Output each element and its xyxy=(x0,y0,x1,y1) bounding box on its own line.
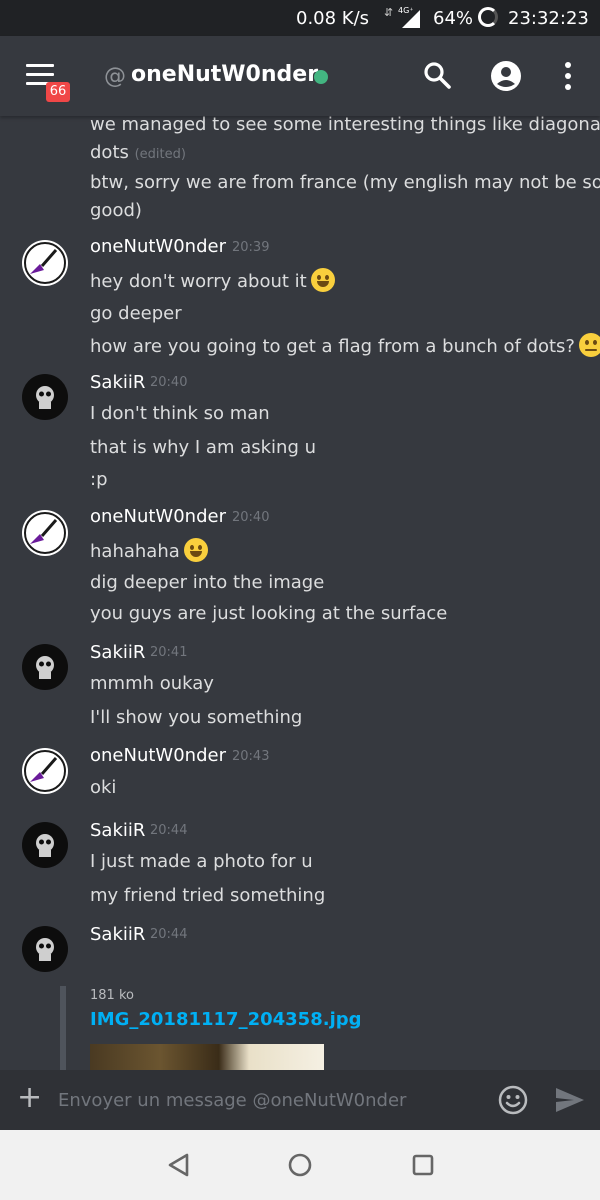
message-input[interactable] xyxy=(58,1084,478,1116)
recent-apps-icon[interactable] xyxy=(410,1152,436,1178)
data-activity-icon: ⇵ xyxy=(384,6,394,19)
message-text: oki xyxy=(90,777,117,798)
message-author[interactable]: SakiiR xyxy=(90,820,145,841)
message-timestamp: 20:39 xyxy=(232,240,270,255)
message-text: you guys are just looking at the surface xyxy=(90,603,448,624)
avatar[interactable] xyxy=(22,374,68,420)
channel-title: oneNutW0nder xyxy=(131,62,319,87)
message-timestamp: 20:41 xyxy=(150,645,188,660)
message-author[interactable]: oneNutW0nder xyxy=(90,506,226,527)
message-text: that is why I am asking u xyxy=(90,437,316,458)
attachment-link[interactable]: IMG_20181117_204358.jpg xyxy=(90,1009,362,1030)
message-text: how are you going to get a flag from a b… xyxy=(90,333,600,357)
message-composer: + xyxy=(0,1070,600,1130)
home-icon[interactable] xyxy=(287,1152,313,1178)
more-options-icon[interactable] xyxy=(556,60,580,92)
message-author[interactable]: oneNutW0nder xyxy=(90,236,226,257)
avatar[interactable] xyxy=(22,748,68,794)
message-text: :p xyxy=(90,469,108,490)
add-attachment-button[interactable]: + xyxy=(17,1080,42,1116)
avatar[interactable] xyxy=(22,822,68,868)
search-icon[interactable] xyxy=(422,60,452,90)
network-speed: 0.08 K/s xyxy=(296,8,370,29)
message-timestamp: 20:40 xyxy=(150,375,188,390)
battery-percent: 64% xyxy=(433,8,474,29)
at-symbol: @ xyxy=(104,64,126,89)
message-text: dig deeper into the image xyxy=(90,572,325,593)
emoji-picker-icon[interactable] xyxy=(497,1084,529,1116)
message-list[interactable]: we managed to see some interesting thing… xyxy=(0,116,600,1070)
message-text: good) xyxy=(90,200,142,221)
message-text: I don't think so man xyxy=(90,403,270,424)
message-timestamp: 20:43 xyxy=(232,749,270,764)
profile-icon[interactable] xyxy=(490,60,522,92)
grinning-face-icon xyxy=(310,268,335,292)
message-author[interactable]: SakiiR xyxy=(90,372,145,393)
message-text: hey don't worry about it xyxy=(90,268,335,292)
message-text: my friend tried something xyxy=(90,885,326,906)
message-text: go deeper xyxy=(90,303,182,324)
online-status-icon xyxy=(314,70,328,84)
avatar[interactable] xyxy=(22,644,68,690)
back-icon[interactable] xyxy=(166,1152,192,1178)
message-timestamp: 20:44 xyxy=(150,823,188,838)
edited-label: (edited) xyxy=(134,147,186,162)
message-text: we managed to see some interesting thing… xyxy=(90,116,600,135)
clock: 23:32:23 xyxy=(508,8,589,29)
message-author[interactable]: SakiiR xyxy=(90,924,145,945)
message-text: I just made a photo for u xyxy=(90,851,313,872)
message-author[interactable]: oneNutW0nder xyxy=(90,745,226,766)
message-text: mmmh oukay xyxy=(90,673,214,694)
avatar[interactable] xyxy=(22,240,68,286)
message-text: I'll show you something xyxy=(90,707,303,728)
attachment-divider xyxy=(60,986,66,1070)
unread-badge: 66 xyxy=(46,82,70,102)
message-text: dots (edited) xyxy=(90,142,186,163)
status-bar: 0.08 K/s ⇵ 4G⁺ 64% 23:32:23 xyxy=(0,0,600,36)
message-timestamp: 20:40 xyxy=(232,510,270,525)
message-author[interactable]: SakiiR xyxy=(90,642,145,663)
thinking-face-icon xyxy=(578,333,600,357)
avatar[interactable] xyxy=(22,510,68,556)
message-timestamp: 20:44 xyxy=(150,927,188,942)
signal-icon: 4G⁺ xyxy=(398,6,422,33)
send-icon[interactable] xyxy=(554,1086,586,1114)
avatar[interactable] xyxy=(22,926,68,972)
attachment-size: 181 ko xyxy=(90,988,134,1003)
system-navigation-bar xyxy=(0,1130,600,1200)
network-type: 4G⁺ xyxy=(398,6,414,15)
channel-header: 66 @ oneNutW0nder xyxy=(0,36,600,116)
message-text: hahahaha xyxy=(90,538,208,562)
smiley-face-icon xyxy=(183,538,208,562)
battery-icon xyxy=(478,7,498,27)
attachment-image-preview[interactable] xyxy=(90,1044,324,1070)
message-text: btw, sorry we are from france (my englis… xyxy=(90,172,600,193)
